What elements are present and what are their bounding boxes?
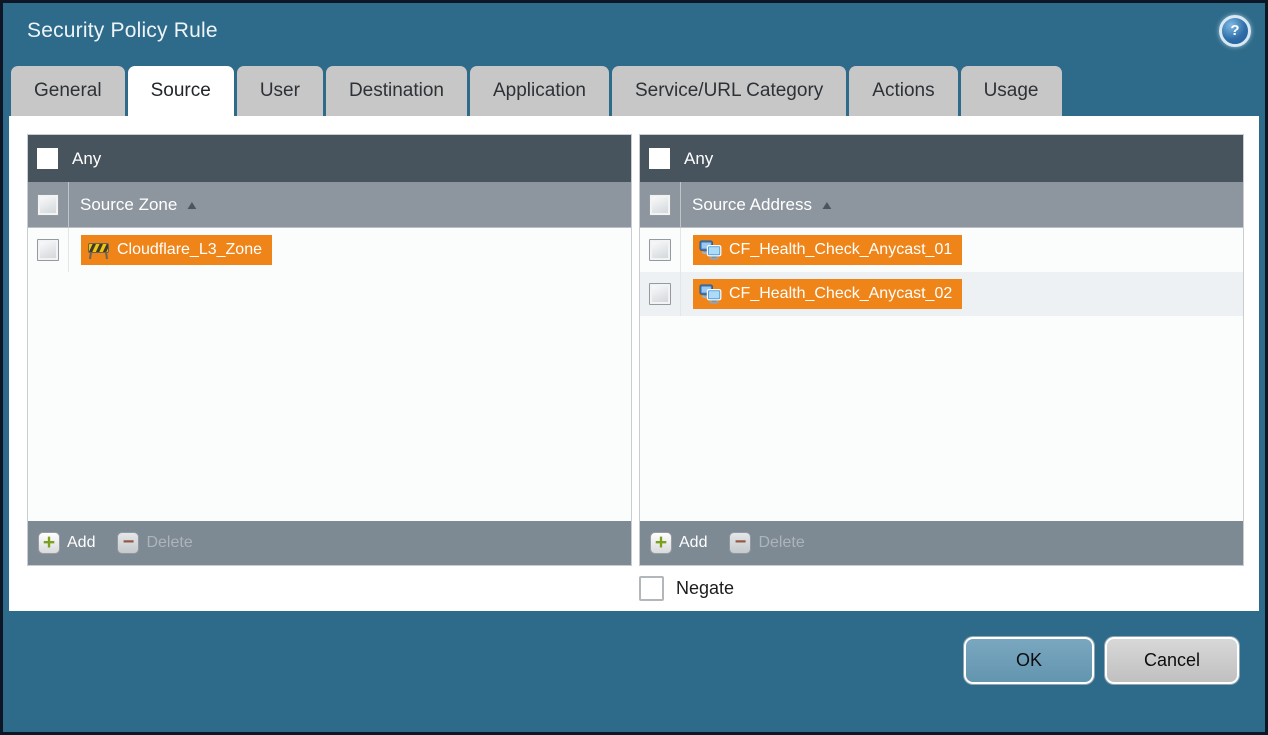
source-zone-panel: Any Source Zone ▲ Cloudfla — [27, 134, 632, 566]
address-any-checkbox[interactable] — [649, 148, 670, 169]
address-item-tag[interactable]: CF_Health_Check_Anycast_01 — [693, 235, 962, 265]
zone-column-sort[interactable]: Source Zone ▲ — [80, 195, 198, 215]
zone-item-label: Cloudflare_L3_Zone — [117, 241, 262, 259]
address-icon — [699, 284, 722, 304]
zone-select-all-checkbox[interactable] — [37, 194, 59, 216]
security-policy-rule-dialog: Security Policy Rule ? GeneralSourceUser… — [3, 3, 1265, 732]
address-any-header: Any — [640, 135, 1243, 182]
help-icon[interactable]: ? — [1219, 15, 1251, 47]
zone-list: Cloudflare_L3_Zone — [28, 228, 631, 521]
address-column-label: Source Address — [692, 195, 812, 215]
tab-usage[interactable]: Usage — [961, 66, 1062, 116]
zone-any-header: Any — [28, 135, 631, 182]
zone-column-header: Source Zone ▲ — [28, 182, 631, 228]
negate-checkbox[interactable] — [639, 576, 664, 601]
tab-source[interactable]: Source — [128, 66, 234, 116]
tab-user[interactable]: User — [237, 66, 323, 116]
address-row-checkbox[interactable] — [649, 283, 671, 305]
delete-icon: − — [123, 532, 135, 552]
zone-add-label: Add — [67, 534, 95, 552]
zone-any-checkbox[interactable] — [37, 148, 58, 169]
add-icon: + — [655, 532, 667, 553]
zone-delete-button[interactable]: − Delete — [117, 532, 192, 554]
screen: Security Policy Rule ? GeneralSourceUser… — [0, 0, 1268, 735]
ok-button[interactable]: OK — [964, 637, 1094, 684]
address-add-label: Add — [679, 534, 707, 552]
address-table-row: CF_Health_Check_Anycast_02 — [640, 272, 1243, 316]
sort-asc-icon: ▲ — [185, 198, 200, 212]
address-list: CF_Health_Check_Anycast_01 CF_Health_Che… — [640, 228, 1243, 521]
delete-icon: − — [735, 532, 747, 552]
zone-table-row: Cloudflare_L3_Zone — [28, 228, 631, 272]
zone-delete-label: Delete — [146, 534, 192, 552]
zone-item-tag[interactable]: Cloudflare_L3_Zone — [81, 235, 272, 265]
zone-row-checkbox[interactable] — [37, 239, 59, 261]
tab-destination[interactable]: Destination — [326, 66, 467, 116]
zone-any-label: Any — [72, 149, 101, 169]
zone-panel-footer: + Add − Delete — [28, 521, 631, 565]
tab-service-url-category[interactable]: Service/URL Category — [612, 66, 846, 116]
source-address-panel: Any Source Address ▲ CF_Health_Check_Any… — [639, 134, 1244, 566]
address-table-row: CF_Health_Check_Anycast_01 — [640, 228, 1243, 272]
address-panel-footer: + Add − Delete — [640, 521, 1243, 565]
address-row-checkbox[interactable] — [649, 239, 671, 261]
sort-asc-icon: ▲ — [820, 198, 835, 212]
negate-row: Negate — [639, 576, 1244, 601]
address-column-sort[interactable]: Source Address ▲ — [692, 195, 833, 215]
address-column-header: Source Address ▲ — [640, 182, 1243, 228]
panels-row: Any Source Zone ▲ Cloudfla — [27, 134, 1244, 566]
dialog-title: Security Policy Rule — [27, 19, 218, 43]
title-bar: Security Policy Rule ? — [3, 3, 1265, 58]
address-any-label: Any — [684, 149, 713, 169]
address-item-label: CF_Health_Check_Anycast_01 — [729, 241, 952, 259]
address-delete-button[interactable]: − Delete — [729, 532, 804, 554]
negate-label: Negate — [676, 578, 734, 599]
tab-bar: GeneralSourceUserDestinationApplicationS… — [3, 58, 1265, 116]
zone-column-label: Source Zone — [80, 195, 177, 215]
cancel-button[interactable]: Cancel — [1105, 637, 1239, 684]
address-delete-label: Delete — [758, 534, 804, 552]
dialog-body: Any Source Zone ▲ Cloudfla — [9, 116, 1259, 611]
address-icon — [699, 240, 722, 260]
tab-actions[interactable]: Actions — [849, 66, 957, 116]
zone-icon — [87, 241, 110, 260]
address-item-label: CF_Health_Check_Anycast_02 — [729, 285, 952, 303]
address-select-all-checkbox[interactable] — [649, 194, 671, 216]
dialog-footer: OK Cancel — [3, 611, 1265, 732]
tab-general[interactable]: General — [11, 66, 125, 116]
address-add-button[interactable]: + Add — [650, 532, 707, 554]
zone-add-button[interactable]: + Add — [38, 532, 95, 554]
tab-application[interactable]: Application — [470, 66, 609, 116]
add-icon: + — [43, 532, 55, 553]
address-item-tag[interactable]: CF_Health_Check_Anycast_02 — [693, 279, 962, 309]
